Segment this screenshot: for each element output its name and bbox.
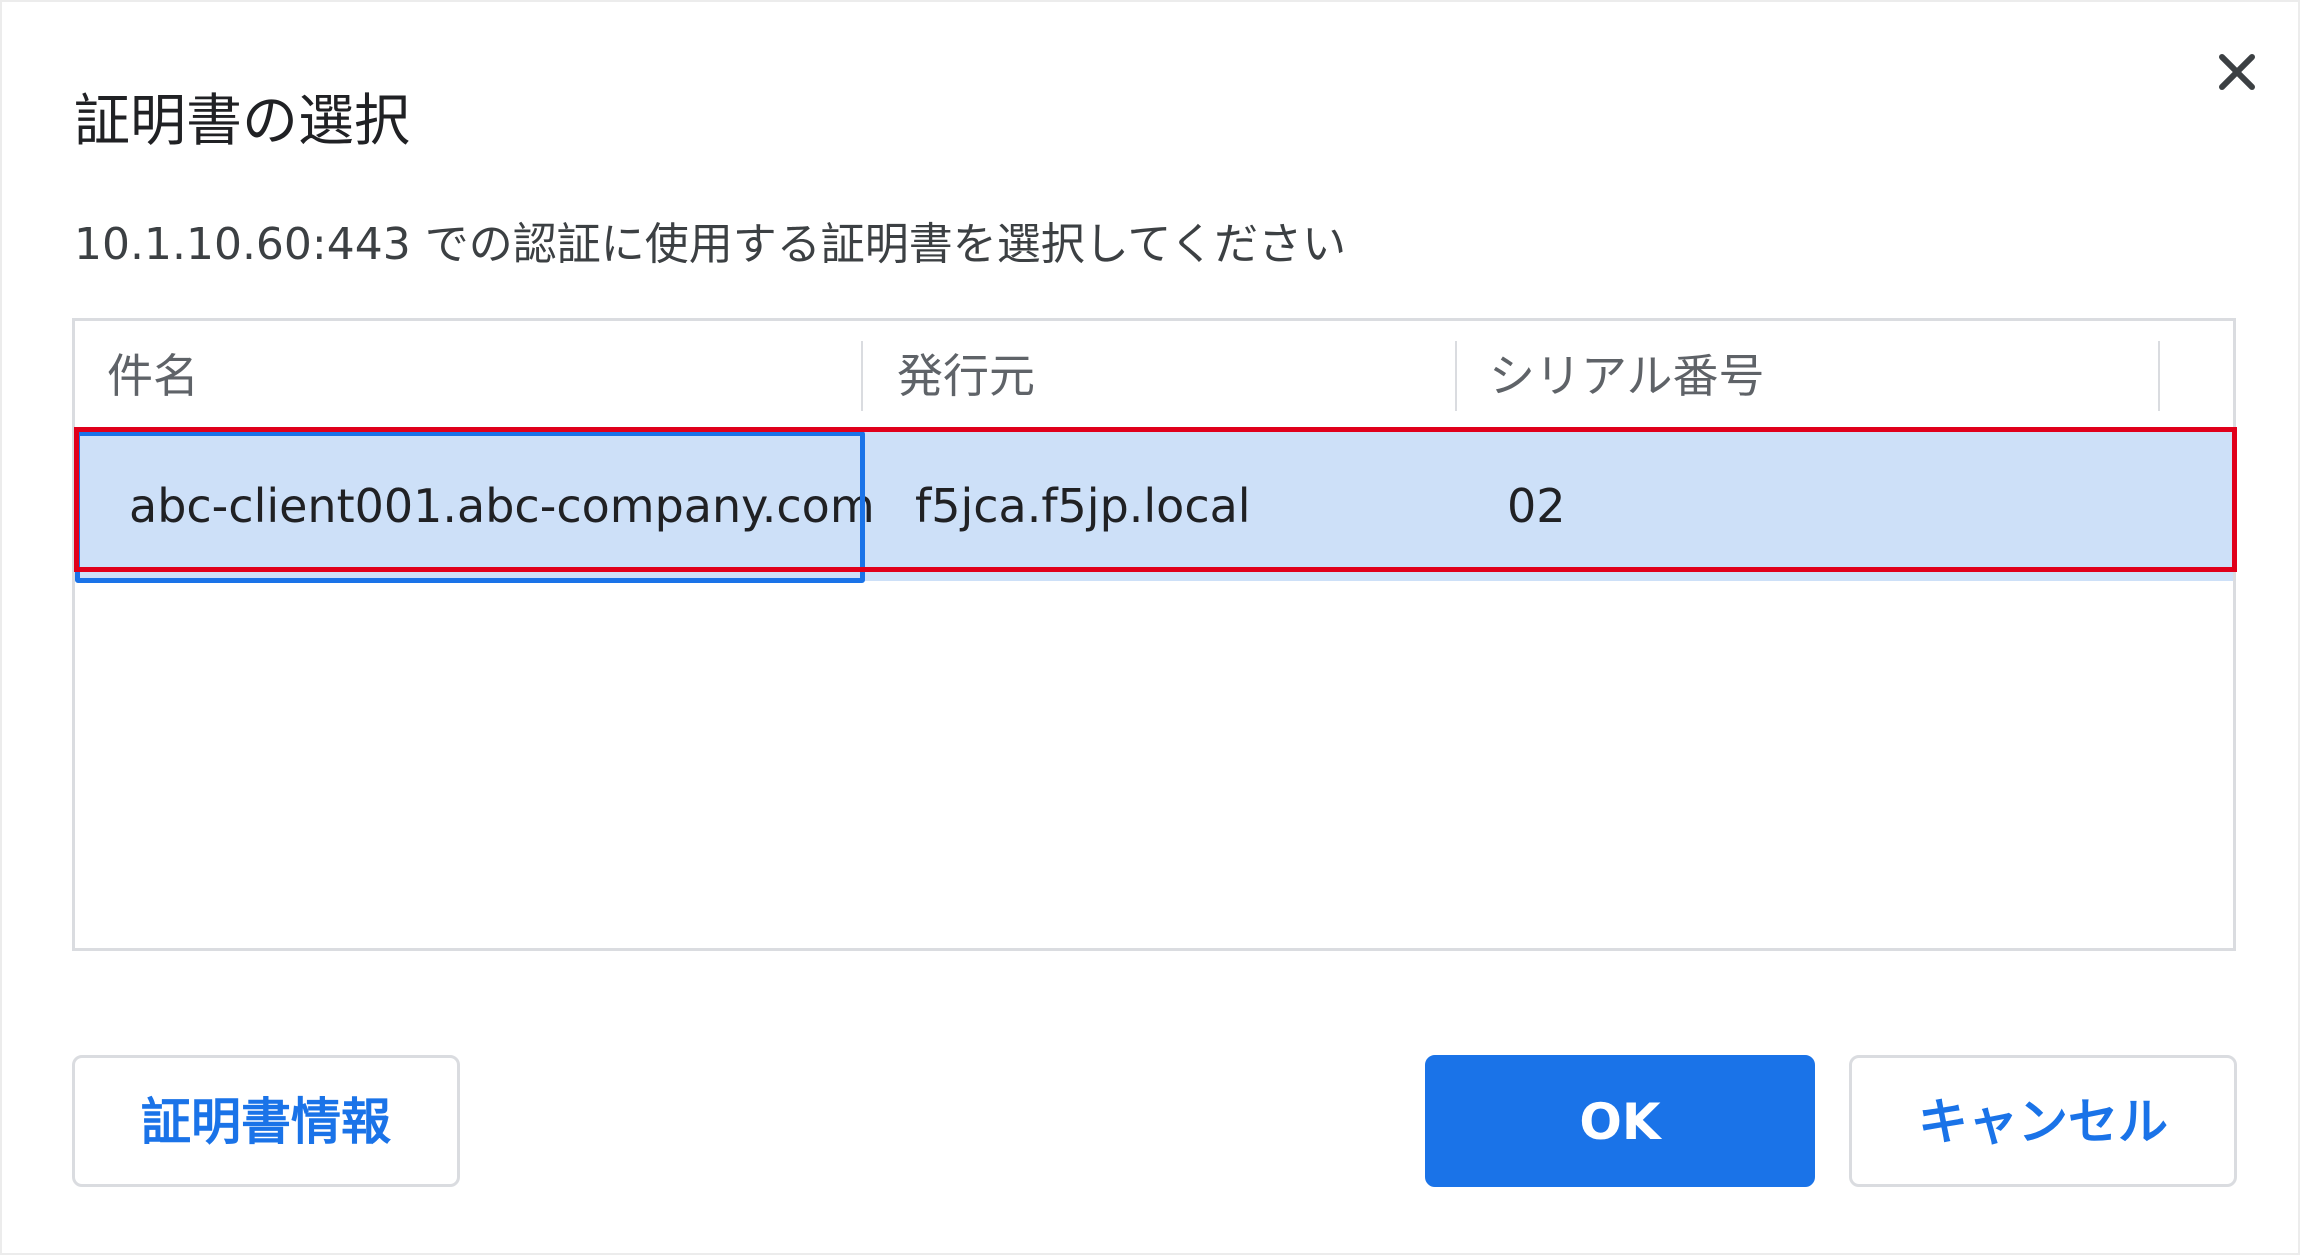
cell-subject: abc-client001.abc-company.com: [129, 479, 875, 533]
close-button[interactable]: [2202, 37, 2272, 107]
column-header-subject[interactable]: 件名: [107, 339, 199, 413]
cell-serial: 02: [1507, 479, 1566, 533]
certificate-dialog: 証明書の選択 10.1.10.60:443 での認証に使用する証明書を選択してく…: [0, 0, 2300, 1255]
certificate-table: 件名 発行元 シリアル番号 abc-client001.abc-company.…: [72, 318, 2236, 951]
cancel-button[interactable]: キャンセル: [1849, 1055, 2237, 1187]
column-header-issuer[interactable]: 発行元: [897, 339, 1035, 413]
dialog-subtitle: 10.1.10.60:443 での認証に使用する証明書を選択してください: [74, 219, 1347, 270]
column-header-serial[interactable]: シリアル番号: [1489, 339, 1765, 413]
certificate-info-button[interactable]: 証明書情報: [72, 1055, 460, 1187]
dialog-title: 証明書の選択: [74, 89, 410, 154]
close-icon: [2219, 54, 2255, 90]
column-divider[interactable]: [2158, 341, 2160, 411]
column-divider[interactable]: [1455, 341, 1457, 411]
table-header: 件名 発行元 シリアル番号: [75, 321, 2233, 431]
column-divider[interactable]: [861, 341, 863, 411]
table-row[interactable]: abc-client001.abc-company.com f5jca.f5jp…: [75, 431, 2233, 583]
ok-button[interactable]: OK: [1425, 1055, 1815, 1187]
cell-issuer: f5jca.f5jp.local: [915, 479, 1251, 533]
